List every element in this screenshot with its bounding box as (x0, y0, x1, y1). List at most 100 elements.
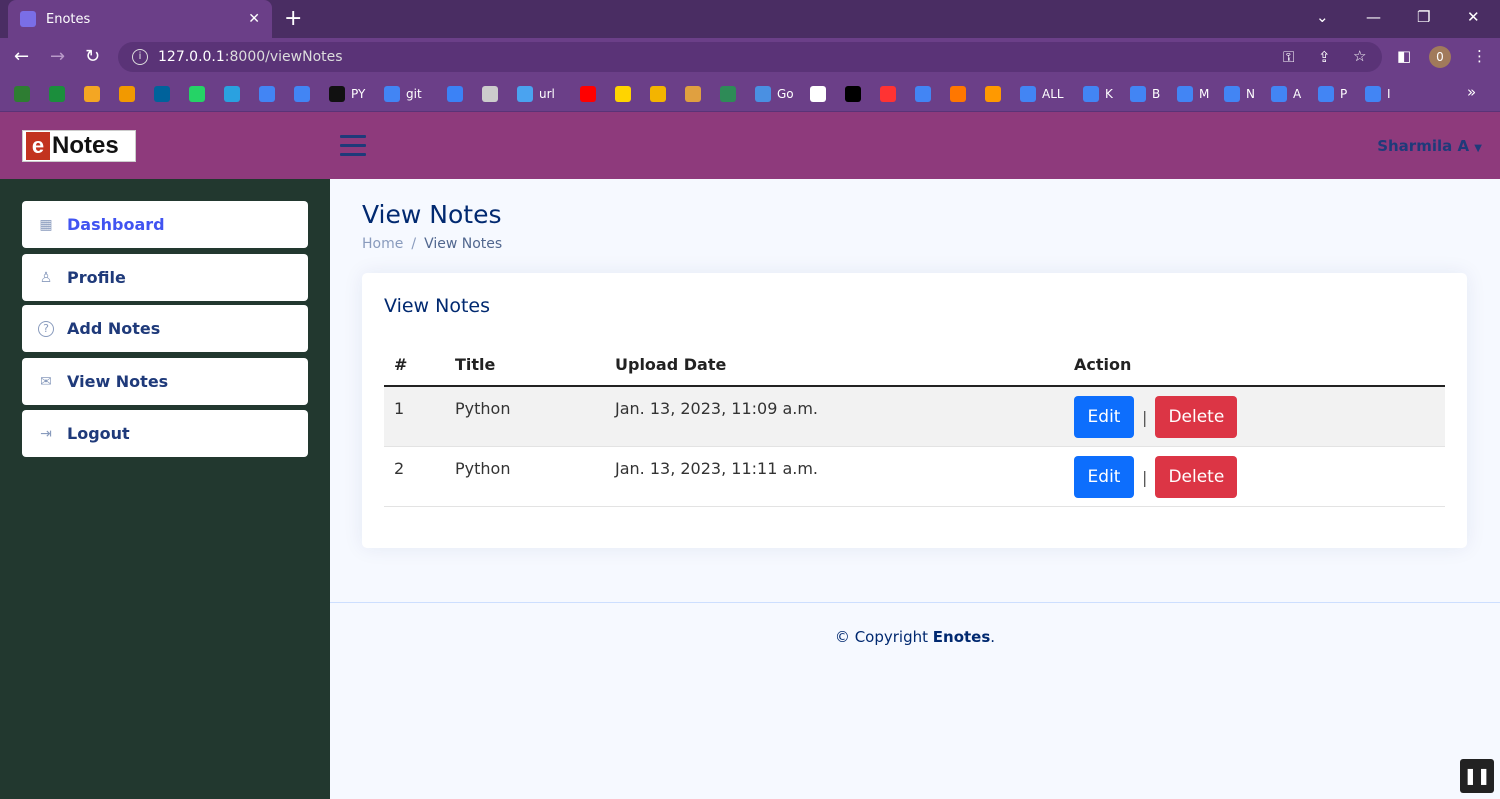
bookmark-item[interactable] (685, 84, 701, 104)
bookmark-item[interactable] (189, 84, 205, 104)
bookmark-item[interactable]: ALL (1020, 84, 1064, 104)
breadcrumb-home-link[interactable]: Home (362, 236, 403, 252)
bookmark-favicon-icon (447, 86, 463, 102)
header-action: Action (1074, 355, 1132, 374)
header-upload-date: Upload Date (615, 355, 727, 374)
bookmark-label: PY (351, 87, 366, 101)
sidebar-item-logout[interactable]: ⇥ Logout (22, 410, 308, 457)
bookmark-item[interactable] (985, 84, 1001, 104)
bookmarks-overflow-icon[interactable]: » (1467, 83, 1476, 101)
bookmark-favicon-icon (189, 86, 205, 102)
side-panel-icon[interactable]: ◧ (1397, 47, 1411, 65)
bookmark-item[interactable] (845, 84, 861, 104)
sidebar-item-view-notes[interactable]: ✉ View Notes (22, 358, 308, 405)
row-upload-date: Jan. 13, 2023, 11:11 a.m. (615, 459, 819, 478)
table-row: 1 Python Jan. 13, 2023, 11:09 a.m. Edit … (384, 387, 1445, 447)
row-num: 2 (394, 459, 405, 478)
forward-arrow-icon[interactable]: → (50, 46, 65, 67)
bookmark-item[interactable] (650, 84, 666, 104)
share-icon[interactable]: ⇪ (1318, 48, 1331, 66)
bookmark-favicon-icon (650, 86, 666, 102)
bookmark-item[interactable] (950, 84, 966, 104)
bookmark-item[interactable] (482, 84, 498, 104)
bookmark-item[interactable] (880, 84, 896, 104)
bookmark-label: A (1293, 87, 1302, 101)
caret-down-icon: ▼ (1474, 143, 1482, 154)
bookmark-item[interactable] (810, 84, 826, 104)
bookmark-favicon-icon (685, 86, 701, 102)
bookmark-label: Go (777, 87, 794, 101)
bookmark-item[interactable] (615, 84, 631, 104)
bookmark-item[interactable] (447, 84, 463, 104)
enotes-logo[interactable]: e Notes (22, 130, 136, 162)
bookmark-favicon-icon (810, 86, 826, 102)
sidebar-item-dashboard[interactable]: ▦ Dashboard (22, 201, 308, 248)
bookmark-item[interactable]: P (1318, 84, 1347, 104)
restore-icon[interactable]: ❐ (1417, 8, 1430, 26)
bookmark-item[interactable] (224, 84, 240, 104)
back-arrow-icon[interactable]: ← (14, 46, 29, 67)
bookmark-item[interactable] (119, 84, 135, 104)
tab-close-icon[interactable]: ✕ (248, 11, 260, 27)
browser-tab[interactable]: Enotes ✕ (8, 0, 272, 38)
row-upload-date: Jan. 13, 2023, 11:09 a.m. (615, 399, 819, 418)
new-tab-icon[interactable]: + (284, 6, 302, 31)
bookmark-favicon-icon (755, 86, 771, 102)
footer-brand: Enotes (932, 628, 991, 646)
bookmark-favicon-icon (1365, 86, 1381, 102)
header-title: Title (455, 355, 496, 374)
bookmark-item[interactable]: A (1271, 84, 1301, 104)
bookmark-item[interactable]: PY (329, 84, 365, 104)
minimize-icon[interactable]: — (1366, 8, 1381, 26)
bookmark-item[interactable]: N (1224, 84, 1255, 104)
bookmark-item[interactable] (259, 84, 275, 104)
bookmark-item[interactable] (14, 84, 30, 104)
edit-button[interactable]: Edit (1074, 456, 1134, 498)
question-circle-icon: ? (38, 320, 54, 337)
delete-button[interactable]: Delete (1155, 396, 1238, 438)
bookmark-item[interactable] (294, 84, 310, 104)
delete-button[interactable]: Delete (1155, 456, 1238, 498)
bookmark-favicon-icon (880, 86, 896, 102)
sidebar-item-add-notes[interactable]: ? Add Notes (22, 305, 308, 352)
bookmark-item[interactable]: K (1083, 84, 1113, 104)
bookmark-item[interactable]: git (384, 84, 422, 104)
bookmark-item[interactable]: Go (755, 84, 794, 104)
bookmark-favicon-icon (259, 86, 275, 102)
bookmark-favicon-icon (1177, 86, 1193, 102)
breadcrumb: Home / View Notes (362, 236, 502, 252)
close-window-icon[interactable]: ✕ (1467, 8, 1480, 26)
key-icon[interactable]: ⚿ (1283, 48, 1294, 66)
url-input[interactable]: i 127.0.0.1:8000/viewNotes (118, 42, 1382, 72)
sidebar-toggle-icon[interactable] (340, 135, 366, 157)
pause-icon[interactable]: ❚❚ (1460, 759, 1494, 793)
bookmark-favicon-icon (294, 86, 310, 102)
bookmark-item[interactable] (720, 84, 736, 104)
bookmark-favicon-icon (985, 86, 1001, 102)
bookmark-item[interactable] (49, 84, 65, 104)
browser-menu-icon[interactable]: ⋮ (1472, 47, 1487, 65)
tab-search-chevron-icon[interactable]: ⌄ (1316, 8, 1329, 26)
bookmark-star-icon[interactable]: ☆ (1353, 47, 1366, 65)
bookmark-item[interactable] (915, 84, 931, 104)
edit-button[interactable]: Edit (1074, 396, 1134, 438)
browser-profile-avatar[interactable]: 0 (1429, 46, 1451, 68)
action-separator: | (1142, 467, 1148, 487)
action-separator: | (1142, 407, 1148, 427)
bookmark-item[interactable] (580, 84, 596, 104)
bookmark-item[interactable] (154, 84, 170, 104)
bookmark-item[interactable]: I (1365, 84, 1391, 104)
bookmark-item[interactable] (84, 84, 100, 104)
bookmark-item[interactable]: M (1177, 84, 1209, 104)
bookmark-favicon-icon (950, 86, 966, 102)
bookmark-item[interactable]: B (1130, 84, 1160, 104)
bookmark-item[interactable]: url (517, 84, 555, 104)
user-dropdown[interactable]: Sharmila A ▼ (1377, 137, 1482, 155)
bookmark-label: M (1199, 87, 1210, 101)
url-path: :8000/viewNotes (224, 49, 343, 65)
footer-prefix: © Copyright (834, 628, 933, 646)
site-info-icon[interactable]: i (132, 49, 148, 65)
sidebar-item-profile[interactable]: ♙ Profile (22, 254, 308, 301)
bookmark-favicon-icon (1020, 86, 1036, 102)
reload-icon[interactable]: ↻ (85, 46, 100, 67)
